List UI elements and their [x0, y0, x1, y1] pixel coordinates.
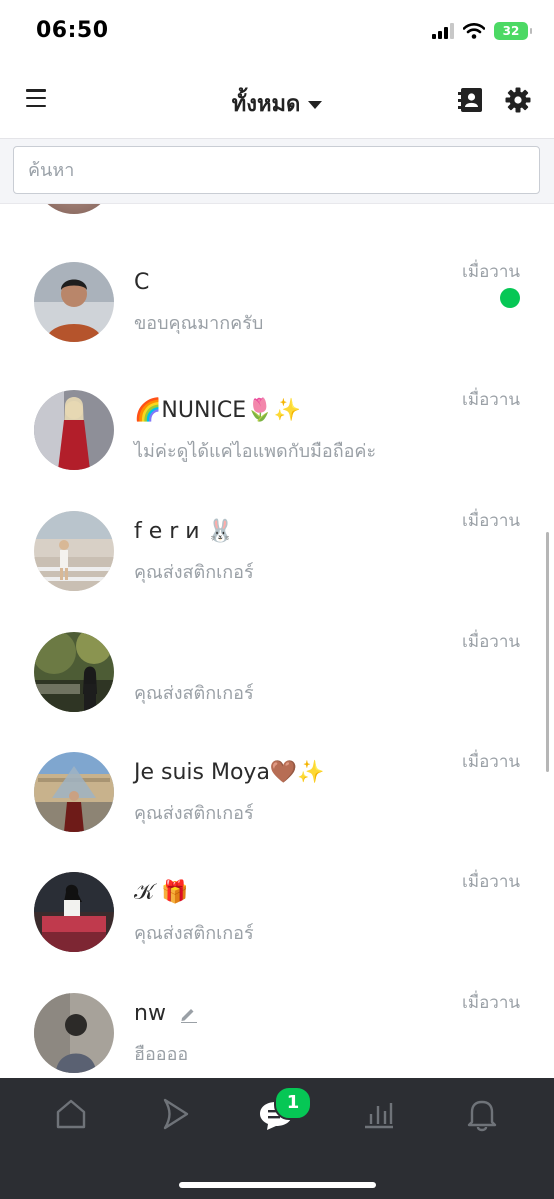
- avatar: [34, 390, 114, 470]
- status-bar: 06:50 32: [0, 0, 554, 64]
- avatar: [34, 262, 114, 342]
- app-header: ทั้งหมด: [0, 64, 554, 139]
- avatar: [34, 632, 114, 712]
- avatar: [34, 872, 114, 952]
- chat-preview: คุณส่งสติกเกอร์: [134, 683, 254, 704]
- signal-icon: [432, 23, 454, 39]
- chat-name: f e r и 🐰: [134, 519, 234, 544]
- chat-name: 🌈NUNICE🌷✨: [134, 398, 301, 423]
- chat-preview: ฮืออออ: [134, 1044, 189, 1065]
- chat-time: เมื่อวาน: [462, 511, 520, 531]
- chat-preview: คุณส่งสติกเกอร์: [134, 923, 254, 944]
- chat-item[interactable]: C ขอบคุณมากครับ เมื่อวาน: [0, 262, 554, 382]
- battery-indicator: 32: [494, 22, 532, 40]
- settings-gear-icon[interactable]: [504, 86, 532, 114]
- avatar-partial[interactable]: [34, 204, 114, 214]
- page-title: ทั้งหมด: [231, 92, 301, 117]
- chat-time: เมื่อวาน: [462, 632, 520, 652]
- wifi-icon: [463, 23, 485, 39]
- pencil-icon: [180, 1009, 197, 1024]
- chat-time: เมื่อวาน: [462, 872, 520, 892]
- contacts-icon[interactable]: [458, 87, 484, 113]
- status-indicators: 32: [432, 22, 532, 40]
- chat-unread-badge: 1: [274, 1086, 312, 1120]
- avatar: [34, 511, 114, 591]
- search-bar: [0, 139, 554, 204]
- unread-indicator: [500, 288, 520, 308]
- chat-name: 𝒦 🎁: [134, 880, 189, 905]
- chat-item[interactable]: 𝒦 🎁 คุณส่งสติกเกอร์ เมื่อวาน: [0, 872, 554, 992]
- stats-icon[interactable]: [359, 1094, 399, 1134]
- search-input[interactable]: [13, 146, 540, 194]
- battery-level: 32: [502, 24, 520, 38]
- chat-item[interactable]: 🌈NUNICE🌷✨ ไม่ค่ะดูได้แค่ไอแพดกับมือถือค่…: [0, 390, 554, 510]
- avatar: [34, 752, 114, 832]
- chat-item[interactable]: Je suis Moya🤎✨ คุณส่งสติกเกอร์ เมื่อวาน: [0, 752, 554, 872]
- caret-down-icon: [308, 101, 323, 109]
- home-icon[interactable]: [51, 1094, 91, 1134]
- chat-time: เมื่อวาน: [462, 993, 520, 1013]
- chat-name: Je suis Moya🤎✨: [134, 760, 325, 785]
- chat-name-row: nw: [134, 1001, 197, 1026]
- chat-preview: ขอบคุณมากครับ: [134, 313, 264, 334]
- chat-item[interactable]: f e r и 🐰 คุณส่งสติกเกอร์ เมื่อวาน: [0, 511, 554, 631]
- chat-item[interactable]: คุณส่งสติกเกอร์ เมื่อวาน: [0, 632, 554, 752]
- avatar: [34, 993, 114, 1073]
- chat-item[interactable]: nw ฮืออออ เมื่อวาน: [0, 993, 554, 1078]
- status-time: 06:50: [36, 18, 109, 43]
- voom-icon[interactable]: [156, 1094, 196, 1134]
- chat-preview: คุณส่งสติกเกอร์: [134, 562, 254, 583]
- chat-preview: คุณส่งสติกเกอร์: [134, 803, 254, 824]
- chat-time: เมื่อวาน: [462, 752, 520, 772]
- scrollbar[interactable]: [546, 532, 549, 772]
- chat-time: เมื่อวาน: [462, 262, 520, 282]
- chat-name: nw: [134, 1001, 166, 1026]
- chat-time: เมื่อวาน: [462, 390, 520, 410]
- chat-preview: ไม่ค่ะดูได้แค่ไอแพดกับมือถือค่ะ: [134, 441, 377, 462]
- home-indicator: [179, 1182, 376, 1188]
- chat-list[interactable]: C ขอบคุณมากครับ เมื่อวาน 🌈NUNICE🌷✨ ไม่ค่…: [0, 204, 554, 1078]
- chat-name: C: [134, 270, 150, 295]
- bell-icon[interactable]: [462, 1094, 502, 1134]
- bottom-nav: 1: [0, 1078, 554, 1199]
